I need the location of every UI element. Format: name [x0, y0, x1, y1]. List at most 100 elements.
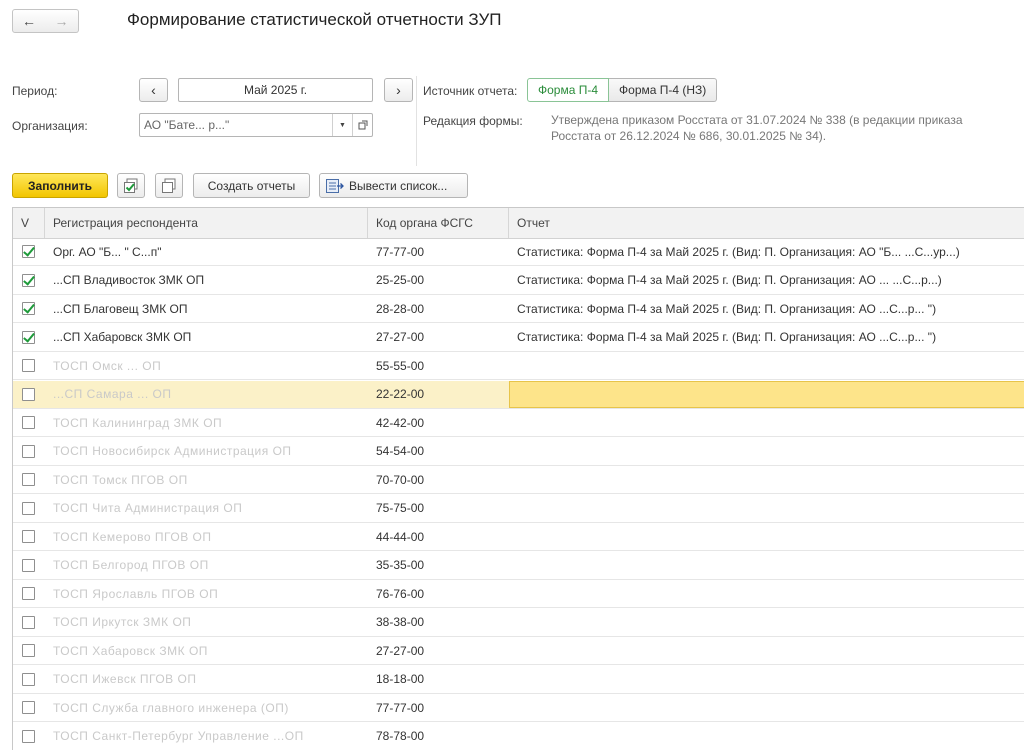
col-code-header[interactable]: Код органа ФСГС [368, 208, 509, 238]
row-checkbox[interactable] [22, 673, 35, 686]
report-cell[interactable] [509, 523, 1024, 550]
row-checkbox[interactable] [22, 616, 35, 629]
col-check-header[interactable]: V [13, 208, 45, 238]
source-option-p4-nz[interactable]: Форма П-4 (НЗ) [609, 78, 717, 102]
row-checkbox[interactable] [22, 730, 35, 743]
report-cell[interactable] [509, 409, 1024, 436]
respondent-cell: ТОСП Калининград ЗМК ОП [45, 409, 368, 436]
check-all-button[interactable] [117, 173, 145, 198]
report-cell[interactable] [509, 694, 1024, 721]
row-checkbox[interactable] [22, 302, 35, 315]
col-report-header[interactable]: Отчет [509, 208, 1024, 238]
arrow-left-icon: ← [22, 13, 36, 29]
dropdown-icon[interactable]: ▼ [332, 114, 352, 136]
fsgs-code-cell: 44-44-00 [368, 523, 509, 550]
row-checkbox[interactable] [22, 445, 35, 458]
open-icon[interactable] [352, 114, 372, 136]
report-cell[interactable] [509, 637, 1024, 664]
fsgs-code-cell: 70-70-00 [368, 466, 509, 493]
row-checkbox[interactable] [22, 502, 35, 515]
section-divider [416, 76, 417, 166]
forward-button[interactable]: → [45, 9, 79, 33]
fsgs-code-cell: 77-77-00 [368, 238, 509, 265]
report-cell[interactable] [509, 552, 1024, 579]
table-row[interactable]: ТОСП Чита Администрация ОП75-75-00 [13, 495, 1024, 523]
respondent-cell: ТОСП Томск ПГОВ ОП [45, 466, 368, 493]
row-checkbox[interactable] [22, 473, 35, 486]
table-row[interactable]: ТОСП Кемерово ПГОВ ОП44-44-00 [13, 523, 1024, 551]
period-next-button[interactable]: › [384, 78, 413, 102]
uncheck-all-button[interactable] [155, 173, 183, 198]
list-export-icon [326, 179, 344, 193]
uncheck-all-icon [161, 178, 177, 194]
fsgs-code-cell: 76-76-00 [368, 580, 509, 607]
respondent-cell: ТОСП Кемерово ПГОВ ОП [45, 523, 368, 550]
report-cell[interactable]: Статистика: Форма П-4 за Май 2025 г. (Ви… [509, 238, 1024, 265]
row-checkbox[interactable] [22, 644, 35, 657]
report-cell[interactable] [509, 609, 1024, 636]
period-prev-button[interactable]: ‹ [139, 78, 168, 102]
fsgs-code-cell: 27-27-00 [368, 324, 509, 351]
table-row[interactable]: ТОСП Ярославль ПГОВ ОП76-76-00 [13, 580, 1024, 608]
respondent-cell: ...СП Хабаровск ЗМК ОП [45, 324, 368, 351]
fsgs-code-cell: 35-35-00 [368, 552, 509, 579]
row-checkbox[interactable] [22, 530, 35, 543]
col-respondent-header[interactable]: Регистрация респондента [45, 208, 368, 238]
table-row[interactable]: ТОСП Ижевск ПГОВ ОП18-18-00 [13, 666, 1024, 694]
respondent-cell: Орг. АО "Б... " С...п" [45, 238, 368, 265]
row-checkbox[interactable] [22, 416, 35, 429]
fsgs-code-cell: 38-38-00 [368, 609, 509, 636]
fill-button[interactable]: Заполнить [12, 173, 108, 198]
organization-field[interactable]: АО "Бате... р..." ▼ [139, 113, 373, 137]
table-row[interactable]: ТОСП Санкт-Петербург Управление ...ОП78-… [13, 723, 1024, 750]
row-checkbox[interactable] [22, 245, 35, 258]
respondent-cell: ТОСП Хабаровск ЗМК ОП [45, 637, 368, 664]
report-cell-focused[interactable] [509, 381, 1024, 408]
respondent-cell: ТОСП Ярославль ПГОВ ОП [45, 580, 368, 607]
report-cell[interactable] [509, 352, 1024, 379]
report-cell[interactable] [509, 438, 1024, 465]
period-field[interactable]: Май 2025 г. [178, 78, 373, 102]
table-row[interactable]: ТОСП Белгород ПГОВ ОП35-35-00 [13, 552, 1024, 580]
report-cell[interactable] [509, 495, 1024, 522]
report-cell[interactable] [509, 723, 1024, 750]
table-row[interactable]: ТОСП Иркутск ЗМК ОП38-38-00 [13, 609, 1024, 637]
fsgs-code-cell: 42-42-00 [368, 409, 509, 436]
row-checkbox[interactable] [22, 388, 35, 401]
table-row[interactable]: ТОСП Томск ПГОВ ОП70-70-00 [13, 466, 1024, 494]
table-header: V Регистрация респондента Код органа ФСГ… [13, 208, 1024, 239]
table-row[interactable]: Орг. АО "Б... " С...п"77-77-00Статистика… [13, 238, 1024, 266]
report-cell[interactable]: Статистика: Форма П-4 за Май 2025 г. (Ви… [509, 267, 1024, 294]
row-checkbox[interactable] [22, 559, 35, 572]
report-cell[interactable]: Статистика: Форма П-4 за Май 2025 г. (Ви… [509, 324, 1024, 351]
table-row[interactable]: ТОСП Калининград ЗМК ОП42-42-00 [13, 409, 1024, 437]
row-checkbox[interactable] [22, 331, 35, 344]
row-checkbox[interactable] [22, 587, 35, 600]
back-button[interactable]: ← [12, 9, 46, 33]
row-checkbox[interactable] [22, 701, 35, 714]
table-row[interactable]: ...СП Самара ... ОП22-22-00 [13, 381, 1024, 409]
respondents-table[interactable]: V Регистрация респондента Код органа ФСГ… [12, 207, 1024, 750]
report-cell[interactable] [509, 666, 1024, 693]
respondent-cell: ТОСП Служба главного инженера (ОП) [45, 694, 368, 721]
row-checkbox[interactable] [22, 359, 35, 372]
report-cell[interactable]: Статистика: Форма П-4 за Май 2025 г. (Ви… [509, 295, 1024, 322]
table-row[interactable]: ТОСП Омск ... ОП55-55-00 [13, 352, 1024, 380]
table-row[interactable]: ТОСП Хабаровск ЗМК ОП27-27-00 [13, 637, 1024, 665]
export-list-button[interactable]: Вывести список... [319, 173, 468, 198]
arrow-right-icon: → [55, 13, 69, 29]
table-row[interactable]: ...СП Благовещ ЗМК ОП28-28-00Статистика:… [13, 295, 1024, 323]
respondent-cell: ТОСП Омск ... ОП [45, 352, 368, 379]
table-row[interactable]: ТОСП Служба главного инженера (ОП)77-77-… [13, 694, 1024, 722]
report-cell[interactable] [509, 466, 1024, 493]
report-cell[interactable] [509, 580, 1024, 607]
table-row[interactable]: ...СП Хабаровск ЗМК ОП27-27-00Статистика… [13, 324, 1024, 352]
page-title: Формирование статистической отчетности З… [127, 10, 501, 30]
edition-label: Редакция формы: [423, 114, 523, 128]
table-row[interactable]: ТОСП Новосибирск Администрация ОП54-54-0… [13, 438, 1024, 466]
create-reports-button[interactable]: Создать отчеты [193, 173, 310, 198]
table-row[interactable]: ...СП Владивосток ЗМК ОП25-25-00Статисти… [13, 267, 1024, 295]
source-option-p4[interactable]: Форма П-4 [527, 78, 609, 102]
row-checkbox[interactable] [22, 274, 35, 287]
fsgs-code-cell: 77-77-00 [368, 694, 509, 721]
